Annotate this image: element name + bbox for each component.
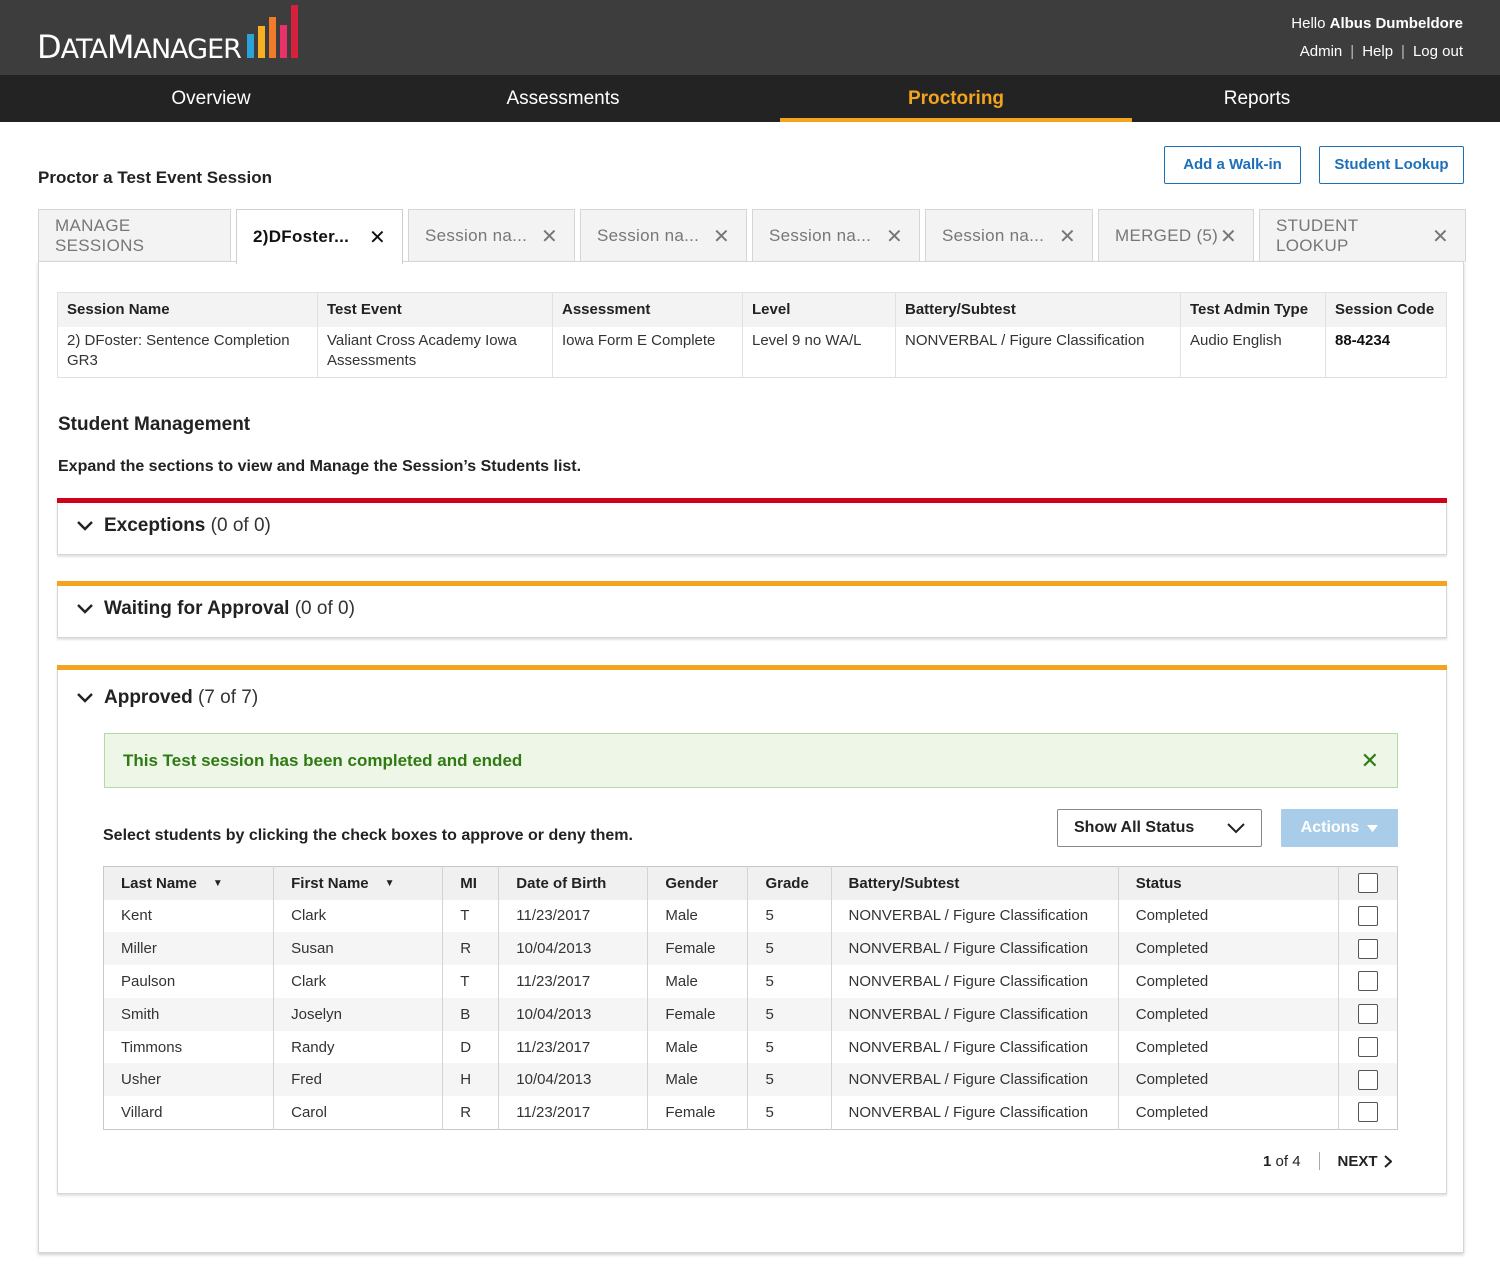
tab-session-3[interactable]: Session na... ✕ — [408, 209, 575, 262]
nav-tab-reports[interactable]: Reports — [1132, 75, 1382, 122]
caret-down-icon — [1367, 824, 1379, 832]
session-name-value: 2) DFoster: Sentence Completion GR3 — [67, 332, 290, 369]
close-icon[interactable]: ✕ — [1220, 224, 1237, 249]
admin-link[interactable]: Admin — [1300, 43, 1343, 60]
level-value: Level 9 no WA/L — [752, 332, 862, 349]
close-icon[interactable]: ✕ — [1059, 224, 1076, 249]
session-info-table: Session Name 2) DFoster: Sentence Comple… — [57, 292, 1447, 378]
table-row: Miller Susan R 10/04/2013 Female 5 NONVERBAL /… — [103, 932, 1398, 966]
session-panel: Session Name 2) DFoster: Sentence Comple… — [38, 261, 1464, 1253]
chevron-down-icon — [77, 693, 93, 703]
column-battery-subtest: Battery/Subtest — [831, 866, 1119, 900]
page-total: of 4 — [1275, 1152, 1301, 1170]
test-admin-type-value: Audio English — [1190, 332, 1282, 349]
add-walkin-button[interactable]: Add a Walk-in — [1164, 146, 1301, 184]
tab-dfoster-session[interactable]: 2)DFoster... ✕ — [236, 209, 403, 264]
column-grade: Grade — [747, 866, 832, 900]
close-icon[interactable]: ✕ — [541, 224, 558, 249]
row-checkbox[interactable] — [1357, 938, 1378, 959]
user-greeting: Hello Albus Dumbeldore — [1291, 15, 1463, 32]
row-checkbox[interactable] — [1357, 1069, 1378, 1090]
table-row: Paulson Clark T 11/23/2017 Male 5 NONVERBAL / … — [103, 965, 1398, 998]
session-code-value: 88-4234 — [1335, 332, 1391, 349]
battery-subtest-value: NONVERBAL / Figure Classification — [905, 332, 1145, 349]
close-icon[interactable]: ✕ — [369, 225, 386, 250]
tab-manage-sessions[interactable]: MANAGE SESSIONS — [38, 209, 231, 262]
test-event-value: Valiant Cross Academy Iowa Assessments — [327, 332, 517, 369]
assessment-value: Iowa Form E Complete — [562, 332, 716, 349]
row-checkbox[interactable] — [1357, 1102, 1378, 1123]
student-management-description: Expand the sections to view and Manage t… — [58, 458, 582, 475]
close-icon[interactable]: ✕ — [713, 224, 730, 249]
row-checkbox[interactable] — [1357, 971, 1378, 992]
nav-tab-assessments[interactable]: Assessments — [422, 75, 704, 122]
student-lookup-button[interactable]: Student Lookup — [1319, 146, 1464, 184]
next-page-button[interactable]: NEXT — [1338, 1153, 1392, 1170]
students-table: Last Name ▼ First Name ▼ MI Date of Birth … — [103, 866, 1398, 1130]
waiting-approval-header[interactable]: Waiting for Approval (0 of 0) — [76, 598, 355, 620]
column-last-name[interactable]: Last Name ▼ — [103, 866, 275, 900]
close-icon[interactable]: ✕ — [1432, 224, 1449, 249]
row-checkbox[interactable] — [1357, 905, 1378, 926]
column-first-name[interactable]: First Name ▼ — [273, 866, 444, 900]
table-row: Usher Fred H 10/04/2013 Male 5 NONVERBAL / Fig… — [103, 1063, 1398, 1097]
chevron-down-icon — [77, 521, 93, 531]
waiting-approval-section: Waiting for Approval (0 of 0) — [57, 581, 1447, 638]
logout-link[interactable]: Log out — [1413, 43, 1463, 60]
table-row: Timmons Randy D 11/23/2017 Male 5 NONVERBAL / … — [103, 1030, 1398, 1064]
select-instruction: Select students by clicking the check bo… — [103, 827, 633, 844]
exceptions-section: Exceptions (0 of 0) — [57, 498, 1447, 555]
column-status: Status — [1118, 866, 1339, 900]
row-checkbox[interactable] — [1357, 1037, 1378, 1058]
page-content: Proctor a Test Event Session Add a Walk-… — [0, 122, 1500, 1267]
tab-merged[interactable]: MERGED (5) ✕ — [1098, 209, 1254, 262]
logo-bars-icon — [247, 5, 298, 58]
approved-section: Approved (7 of 7) This Test session has … — [57, 665, 1447, 1194]
column-dob: Date of Birth — [498, 866, 649, 900]
nav-tab-proctoring[interactable]: Proctoring — [780, 75, 1132, 122]
sort-down-icon: ▼ — [384, 878, 395, 890]
status-filter-dropdown[interactable]: Show All Status — [1057, 809, 1262, 847]
tab-session-4[interactable]: Session na... ✕ — [580, 209, 747, 262]
column-mi: MI — [442, 866, 500, 900]
column-gender: Gender — [647, 866, 749, 900]
sort-down-icon: ▼ — [212, 878, 223, 890]
table-header-row: Last Name ▼ First Name ▼ MI Date of Birth … — [103, 866, 1398, 900]
close-icon[interactable]: ✕ — [886, 224, 903, 249]
pagination: 1 of 4 NEXT — [1263, 1152, 1392, 1170]
current-page: 1 — [1263, 1152, 1272, 1170]
top-header: DATAMANAGER Hello Albus Dumbeldore Admin… — [0, 0, 1500, 75]
user-links: Admin | Help | Log out — [1299, 43, 1463, 60]
help-link[interactable]: Help — [1362, 43, 1393, 60]
nav-tab-overview[interactable]: Overview — [0, 75, 422, 122]
table-row: Kent Clark T 11/23/2017 Male 5 NONVERBAL / Fig… — [103, 899, 1398, 933]
session-completed-alert: This Test session has been completed and… — [104, 733, 1398, 788]
main-nav: Overview Assessments Proctoring Reports — [0, 75, 1500, 122]
chevron-right-icon — [1383, 1154, 1392, 1168]
select-all-checkbox[interactable] — [1357, 873, 1378, 894]
student-management-title: Student Management — [58, 414, 251, 435]
session-tabs: MANAGE SESSIONS 2)DFoster... ✕ Session na… — [38, 209, 1466, 264]
table-row: Villard Carol R 11/23/2017 Female 5 NONVERBAL … — [103, 1096, 1398, 1130]
tab-session-6[interactable]: Session na... ✕ — [925, 209, 1093, 262]
row-checkbox[interactable] — [1357, 1004, 1378, 1025]
tab-student-lookup[interactable]: STUDENT LOOKUP ✕ — [1259, 209, 1466, 262]
table-row: Smith Joselyn B 10/04/2013 Female 5 NONVERBAL … — [103, 997, 1398, 1031]
chevron-down-icon — [1227, 823, 1245, 834]
exceptions-header[interactable]: Exceptions (0 of 0) — [76, 515, 271, 537]
datamanager-logo[interactable]: DATAMANAGER — [37, 28, 242, 66]
page-title: Proctor a Test Event Session — [38, 168, 272, 187]
approved-header[interactable]: Approved (7 of 7) — [76, 687, 258, 709]
actions-button[interactable]: Actions — [1281, 809, 1398, 847]
chevron-down-icon — [77, 604, 93, 614]
tab-session-5[interactable]: Session na... ✕ — [752, 209, 920, 262]
close-icon[interactable]: ✕ — [1361, 748, 1379, 774]
